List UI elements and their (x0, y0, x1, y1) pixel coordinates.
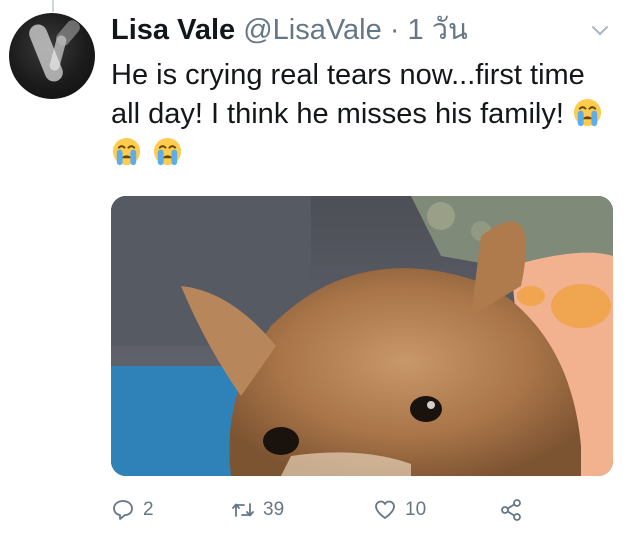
tweet-header: Lisa Vale @LisaVale · 1 วัน (111, 12, 468, 48)
like-button[interactable]: 10 (373, 496, 426, 524)
share-icon (501, 499, 521, 521)
retweet-count: 39 (263, 499, 285, 520)
crying-face-icon (573, 98, 602, 127)
like-count: 10 (405, 499, 427, 520)
heart-icon (375, 500, 395, 519)
avatar[interactable] (9, 13, 95, 99)
retweet-button[interactable]: 39 (231, 496, 284, 524)
chevron-down-icon[interactable] (590, 20, 610, 40)
separator-dot: · (389, 14, 400, 46)
thread-connector-line (52, 0, 54, 12)
chihuahua-photo (111, 196, 613, 476)
timestamp[interactable]: 1 วัน (408, 14, 468, 46)
display-name[interactable]: Lisa Vale (111, 14, 235, 46)
tweet-body: He is crying real tears now...first time… (111, 59, 585, 130)
tweet-actions-bar: 2 39 10 (111, 496, 611, 526)
reply-button[interactable]: 2 (111, 496, 154, 524)
crying-face-icon (154, 137, 182, 166)
crying-face-icon (112, 137, 141, 166)
tweet-text: He is crying real tears now...first time… (111, 56, 611, 173)
reply-icon (113, 500, 133, 520)
retweet-icon (232, 503, 254, 517)
user-handle[interactable]: @LisaVale (243, 14, 382, 46)
tweet-photo[interactable] (111, 196, 613, 476)
share-button[interactable] (499, 496, 531, 524)
reply-count: 2 (143, 499, 154, 520)
